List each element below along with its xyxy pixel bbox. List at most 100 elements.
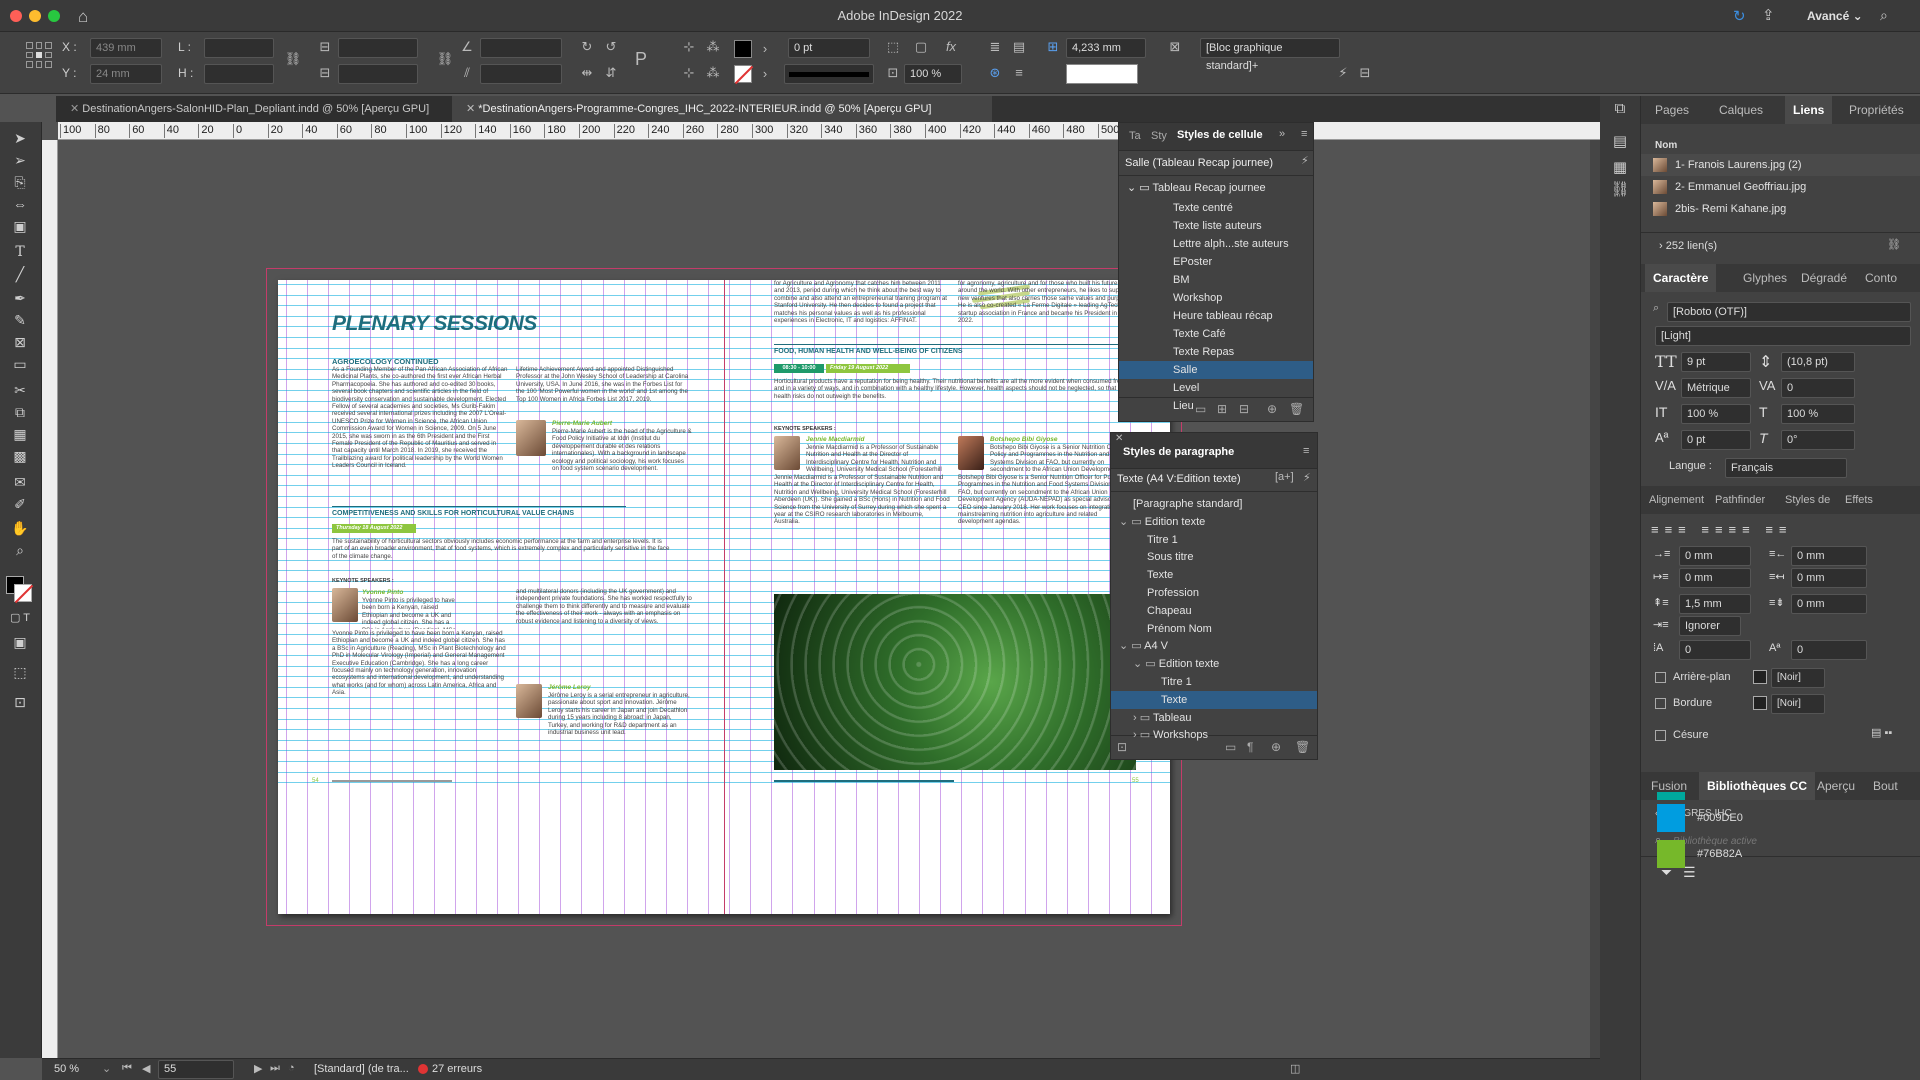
text-wrap-icon[interactable]: ≣: [986, 38, 1004, 56]
stroke-style-preview[interactable]: [1066, 64, 1138, 84]
scale-x-field[interactable]: [338, 38, 418, 58]
tab-character[interactable]: Caractère: [1645, 264, 1716, 292]
color-swatch[interactable]: [1657, 804, 1685, 832]
link-item[interactable]: 2- Emmanuel Geoffriau.jpg: [1641, 176, 1920, 198]
preview-mode-icon[interactable]: ⊡: [9, 692, 31, 712]
paragraph-style-item[interactable]: Texte: [1111, 566, 1317, 584]
formatting-affects-text-icon[interactable]: ▢ T: [9, 608, 31, 628]
date-badge[interactable]: Thursday 18 August 2022: [332, 524, 416, 533]
shading-checkbox[interactable]: [1655, 672, 1666, 683]
note-tool-icon[interactable]: ✉: [9, 472, 31, 492]
cell-style-item[interactable]: Texte Repas: [1119, 343, 1313, 361]
border-swatch-icon[interactable]: [1753, 696, 1767, 710]
speaker-photo[interactable]: [516, 684, 542, 718]
tab-buttons[interactable]: Bout: [1865, 772, 1906, 800]
first-page-icon[interactable]: ⏮: [122, 1062, 132, 1075]
tab-glyphs[interactable]: Glyphes: [1735, 264, 1795, 292]
next-page-icon[interactable]: ▶: [254, 1062, 262, 1075]
type-tool-icon[interactable]: T: [9, 242, 31, 262]
speaker-name[interactable]: Jérôme Leroy: [548, 684, 591, 691]
tab-alignment[interactable]: Alignement: [1641, 486, 1712, 514]
panel-menu-icon[interactable]: ≡: [1303, 445, 1309, 457]
tab-preview[interactable]: Aperçu: [1809, 772, 1863, 800]
body-text-frame[interactable]: for Agriculture and Agronomy that catche…: [774, 280, 950, 332]
height-field[interactable]: [204, 64, 274, 84]
section-heading[interactable]: FOOD, HUMAN HEALTH AND WELL-BEING OF CIT…: [774, 348, 963, 355]
document-spread[interactable]: PLENARY SESSIONS AGROECOLOGY CONTINUED A…: [278, 280, 1170, 914]
tab-effects[interactable]: Effets: [1837, 486, 1881, 514]
collapse-icon[interactable]: »: [1279, 128, 1285, 140]
scissors-tool-icon[interactable]: ✂: [9, 380, 31, 400]
style-group[interactable]: ⌄ ▭ Edition texte: [1111, 513, 1317, 531]
rectangle-frame-tool-icon[interactable]: ⊠: [9, 332, 31, 352]
flip-horizontal-icon[interactable]: ⇹: [578, 64, 596, 82]
quick-apply-icon[interactable]: ⚡: [1301, 154, 1309, 167]
folder-closed-icon[interactable]: › ▭: [1133, 712, 1153, 724]
leaf-photo-frame[interactable]: [774, 594, 1136, 770]
document-icon[interactable]: ◔: [288, 1062, 295, 1074]
tab-layers[interactable]: Calques: [1711, 96, 1771, 124]
baseline-shift-field[interactable]: 0 pt: [1681, 430, 1751, 450]
pen-tool-icon[interactable]: ✒: [9, 288, 31, 308]
page-tool-icon[interactable]: ⎘: [9, 172, 31, 192]
style-group[interactable]: › ▭ Workshops: [1111, 726, 1317, 744]
cell-style-item[interactable]: Lieu: [1119, 397, 1313, 415]
paragraph-style-item[interactable]: Titre 1: [1111, 531, 1317, 549]
first-line-indent-field[interactable]: 0 mm: [1679, 568, 1751, 588]
cell-style-item[interactable]: Texte Café: [1119, 325, 1313, 343]
screen-mode-icon[interactable]: ⬚: [9, 662, 31, 682]
sync-icon[interactable]: ↻: [1733, 7, 1746, 25]
cell-style-item[interactable]: Level: [1119, 379, 1313, 397]
cell-style-item[interactable]: Workshop: [1119, 289, 1313, 307]
fill-swatch[interactable]: [734, 40, 752, 58]
rotation-field[interactable]: [480, 38, 562, 58]
content-collector-icon[interactable]: ▣: [9, 216, 31, 236]
panel-menu-icon[interactable]: ≡: [1301, 128, 1307, 140]
layers-panel-icon[interactable]: ▤: [1610, 132, 1630, 152]
direct-selection-tool-icon[interactable]: ➢: [9, 150, 31, 170]
style-group[interactable]: ⌄ ▭ Edition texte: [1111, 655, 1317, 673]
paragraph-style-item[interactable]: Profession: [1111, 584, 1317, 602]
previous-page-icon[interactable]: ◀: [142, 1062, 150, 1075]
speaker-photo[interactable]: [774, 436, 800, 470]
body-text-frame[interactable]: Jennie Macdiarmid is a Professor of Sust…: [806, 444, 950, 474]
border-color-select[interactable]: [Noir]: [1771, 694, 1825, 714]
cell-style-item[interactable]: Heure tableau récap: [1119, 307, 1313, 325]
relink-icon[interactable]: ⛓: [1887, 238, 1901, 251]
section-heading[interactable]: AGROECOLOGY CONTINUED: [332, 357, 439, 366]
speaker-name[interactable]: Jennie Macdiarmid: [806, 436, 865, 443]
folder-open-icon[interactable]: ⌄ ▭: [1119, 516, 1145, 528]
fit-content-icon[interactable]: ▢: [912, 38, 930, 56]
shear-field[interactable]: [480, 64, 562, 84]
document-tab[interactable]: ✕ DestinationAngers-SalonHID-Plan_Deplia…: [56, 96, 452, 122]
body-text-frame[interactable]: Jennie Macdiarmid is a Professor of Sust…: [774, 474, 950, 574]
drop-cap-chars-field[interactable]: 0: [1791, 640, 1867, 660]
stroke-menu-icon[interactable]: ›: [756, 65, 774, 83]
select-content-icon[interactable]: ⁂: [704, 38, 722, 56]
speaker-photo[interactable]: [958, 436, 984, 470]
swatches-panel-icon[interactable]: ▦: [1610, 158, 1630, 178]
constrain-scale-icon[interactable]: ⛓: [436, 50, 454, 68]
new-style-from-selection-icon[interactable]: [a+]: [1275, 471, 1294, 483]
body-text-frame[interactable]: Pierre-Marie Aubert is the head of the A…: [552, 428, 692, 490]
tab-properties[interactable]: Propriétés: [1841, 96, 1912, 124]
body-text-frame[interactable]: Yvonne Pinto is privileged to have been …: [362, 597, 462, 629]
font-search-icon[interactable]: ⌕: [1653, 302, 1659, 315]
tracking-field[interactable]: 0: [1781, 378, 1855, 398]
split-window-icon[interactable]: ◫: [1290, 1062, 1300, 1075]
cell-styles-tab[interactable]: Styles de cellule: [1177, 129, 1263, 141]
stroke-weight-field[interactable]: 0 pt: [788, 38, 870, 58]
right-indent-field[interactable]: 0 mm: [1791, 546, 1867, 566]
body-text-frame[interactable]: Horticultural products have a reputation…: [774, 378, 1134, 416]
effects-icon[interactable]: fx: [942, 38, 960, 56]
page-number-field[interactable]: 55: [158, 1060, 234, 1079]
cell-style-item[interactable]: Lettre alph...ste auteurs: [1119, 235, 1313, 253]
folder-open-icon[interactable]: ⌄ ▭: [1119, 640, 1144, 652]
pencil-tool-icon[interactable]: ✎: [9, 310, 31, 330]
body-text-frame[interactable]: Yvonne Pinto is privileged to have been …: [332, 630, 508, 768]
skew-field[interactable]: 0°: [1781, 430, 1855, 450]
tab-cc-libraries[interactable]: Bibliothèques CC: [1699, 772, 1815, 800]
leading-field[interactable]: (10,8 pt): [1781, 352, 1855, 372]
style-group[interactable]: ⌄ ▭ A4 V: [1111, 637, 1317, 655]
width-field[interactable]: [204, 38, 274, 58]
